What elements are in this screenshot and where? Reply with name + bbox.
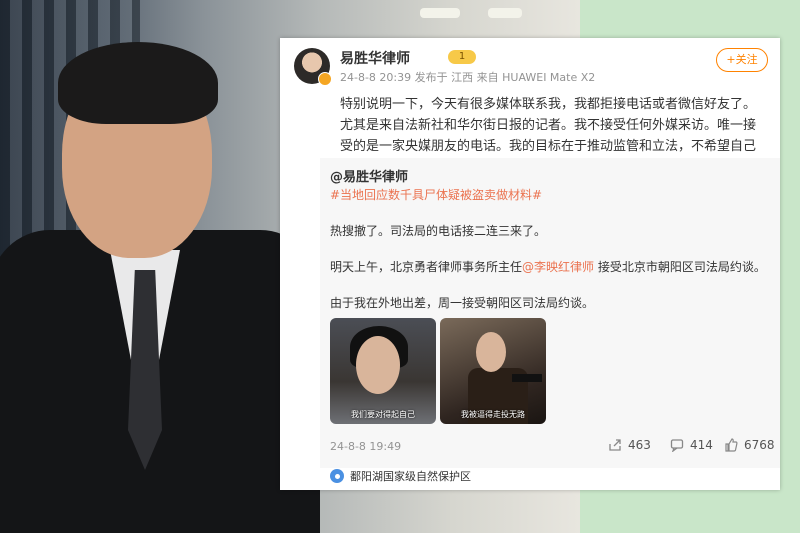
repost-line-2-tail: 接受北京市朝阳区司法局约谈。	[594, 260, 766, 274]
repost-time: 24-8-8 19:49	[330, 440, 402, 453]
mention-link[interactable]: @李映红律师	[522, 260, 594, 274]
repost-line-1: 热搜撤了。司法局的电话接二连三来了。	[330, 224, 547, 238]
comment-count: 414	[690, 438, 713, 452]
repost-line-2-text: 明天上午，北京勇者律师事务所主任	[330, 260, 523, 274]
ceiling-light	[488, 8, 522, 18]
repost-author[interactable]: @易胜华律师	[330, 166, 408, 185]
location-tag[interactable]: 鄱阳湖国家级自然保护区	[330, 466, 471, 486]
repost-image-2[interactable]: 我被逼得走投无路	[440, 318, 546, 424]
image-1-subtitle: 我们要对得起自己	[351, 410, 415, 419]
avatar[interactable]	[294, 48, 332, 86]
repost-image-1[interactable]: 我们要对得起自己	[330, 318, 436, 424]
comment-icon	[670, 439, 684, 452]
repost-line-2: 明天上午，北京勇者律师事务所主任@李映红律师 接受北京市朝阳区司法局约谈。	[330, 258, 766, 275]
image-gun	[512, 374, 542, 382]
thumbs-up-icon	[725, 438, 738, 452]
image-face	[356, 336, 400, 394]
location-text: 鄱阳湖国家级自然保护区	[350, 470, 471, 483]
image-2-subtitle: 我被逼得走投无路	[461, 410, 525, 419]
post-meta: 24-8-8 20:39 发布于 江西 来自 HUAWEI Mate X2	[340, 71, 596, 84]
weibo-post-card: 易胜华律师 1 24-8-8 20:39 发布于 江西 来自 HUAWEI Ma…	[280, 38, 780, 490]
verified-badge-icon	[318, 72, 332, 86]
hair	[58, 42, 218, 124]
comment-stat[interactable]: 414	[670, 438, 713, 452]
repost-line-3: 由于我在外地出差，周一接受朝阳区司法局约谈。	[330, 296, 595, 310]
share-stat[interactable]: 463	[608, 438, 651, 452]
like-stat[interactable]: 6768	[724, 438, 775, 452]
ceiling-light	[420, 8, 460, 18]
crown-level-icon: 1	[448, 50, 476, 64]
like-count: 6768	[744, 438, 775, 452]
hashtag-link[interactable]: #当地回应数千具尸体疑被盗卖做材料#	[330, 186, 542, 203]
follow-button[interactable]: +关注	[716, 48, 768, 72]
share-icon	[609, 439, 621, 451]
location-pin-icon	[330, 469, 344, 483]
image-face	[476, 332, 506, 372]
author-name[interactable]: 易胜华律师	[340, 48, 410, 68]
reposted-content[interactable]: @易胜华律师 #当地回应数千具尸体疑被盗卖做材料# 热搜撤了。司法局的电话接二连…	[320, 158, 780, 468]
share-count: 463	[628, 438, 651, 452]
